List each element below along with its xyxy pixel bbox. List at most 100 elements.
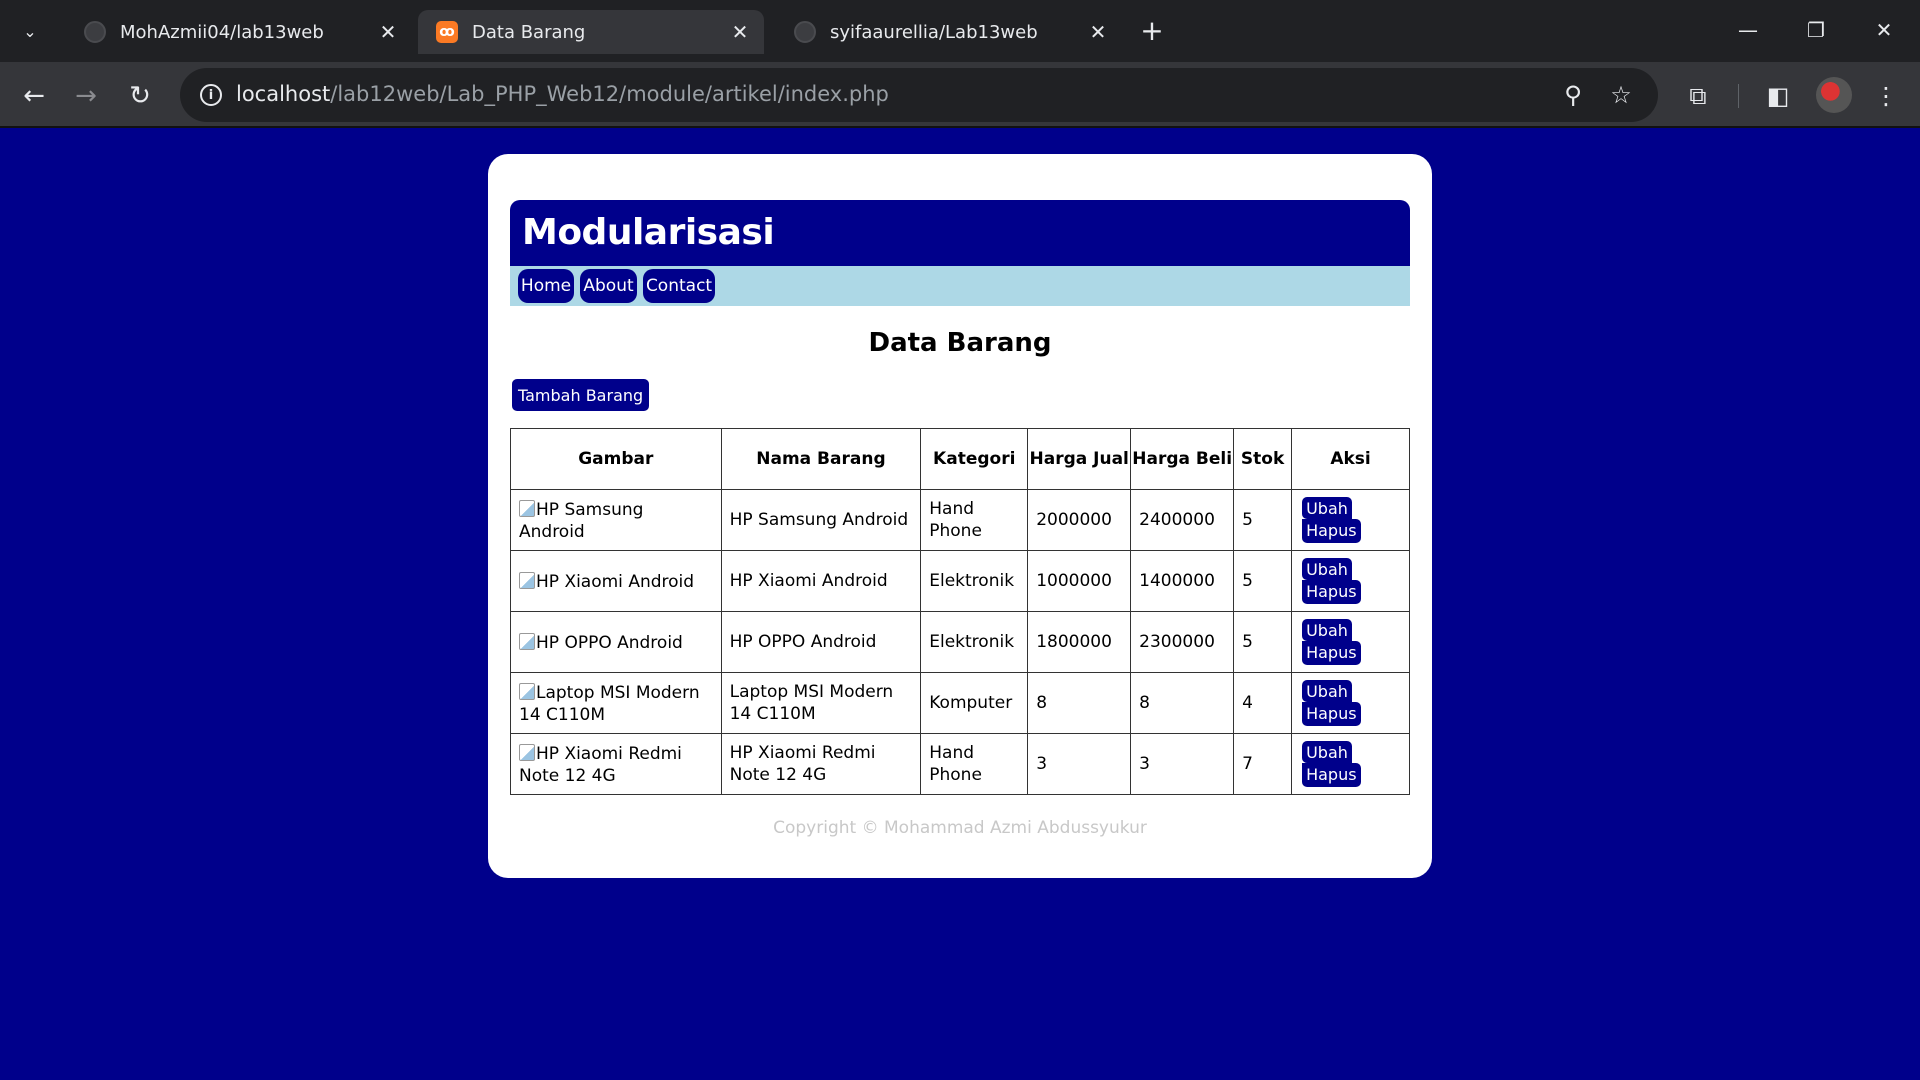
cell-harga-jual: 8 [1027, 672, 1132, 734]
image-alt-text: HP Xiaomi Android [536, 571, 695, 592]
column-header-harga-beli: Harga Beli [1130, 428, 1235, 490]
cell-kategori: Hand Phone [920, 489, 1029, 551]
new-tab-plus-icon[interactable]: + [1136, 14, 1168, 47]
tab-title: MohAzmii04/lab13web [120, 21, 324, 43]
delete-button[interactable]: Hapus [1302, 763, 1361, 787]
profile-avatar[interactable] [1816, 77, 1852, 113]
zoom-magnifier-icon[interactable]: ⚲ [1556, 78, 1590, 112]
cell-stok: 5 [1233, 611, 1293, 673]
cell-harga-beli: 2300000 [1130, 611, 1235, 673]
cell-gambar: HP Samsung Android [510, 489, 722, 551]
cell-kategori: Hand Phone [920, 733, 1029, 795]
cell-gambar: HP Xiaomi Android [510, 550, 722, 612]
cell-aksi: Ubah Hapus [1291, 733, 1410, 795]
page-title: Data Barang [868, 328, 1052, 358]
cell-aksi: Ubah Hapus [1291, 672, 1410, 734]
column-header-aksi: Aksi [1291, 428, 1410, 490]
cell-harga-jual: 1800000 [1027, 611, 1132, 673]
broken-image-icon [519, 571, 535, 589]
cell-nama: HP OPPO Android [720, 611, 922, 673]
nav-about-link[interactable]: About [580, 269, 637, 303]
site-title: Modularisasi [522, 212, 775, 253]
cell-harga-jual: 3 [1027, 733, 1132, 795]
cell-kategori: Elektronik [920, 550, 1029, 612]
table-row: HP Xiaomi Redmi Note 12 4G HP Xiaomi Red… [510, 733, 1410, 795]
delete-button[interactable]: Hapus [1302, 702, 1361, 726]
cell-gambar: HP OPPO Android [510, 611, 722, 673]
image-alt-text: HP OPPO Android [536, 632, 683, 653]
menu-kebab-icon[interactable]: ⋮ [1866, 76, 1906, 116]
image-alt-text: HP Xiaomi Redmi Note 12 4G [519, 743, 682, 786]
url-text[interactable]: localhost/lab12web/Lab_PHP_Web12/module/… [236, 82, 889, 106]
url-host: localhost [236, 82, 331, 106]
image-alt-text: Laptop MSI Modern 14 C110M [519, 682, 700, 725]
cell-aksi: Ubah Hapus [1291, 550, 1410, 612]
edit-button[interactable]: Ubah [1302, 558, 1352, 580]
cell-aksi: Ubah Hapus [1291, 489, 1410, 551]
side-panel-icon[interactable]: ◧ [1758, 76, 1798, 116]
url-path: /lab12web/Lab_PHP_Web12/module/artikel/i… [330, 82, 889, 106]
cell-kategori: Komputer [920, 672, 1029, 734]
column-header-gambar: Gambar [510, 428, 722, 490]
github-icon [84, 21, 106, 43]
table-row: HP OPPO Android HP OPPO Android Elektron… [510, 611, 1410, 673]
delete-button[interactable]: Hapus [1302, 641, 1361, 665]
close-icon[interactable]: ✕ [1084, 18, 1112, 46]
table-header-row: Gambar Nama Barang Kategori Harga Jual H… [510, 428, 1410, 490]
tab-mohazmii[interactable]: MohAzmii04/lab13web ✕ [66, 10, 412, 54]
minimize-icon[interactable]: — [1726, 10, 1770, 50]
broken-image-icon [519, 743, 535, 761]
edit-button[interactable]: Ubah [1302, 619, 1352, 641]
tab-syifaaurellia[interactable]: syifaaurellia/Lab13web ✕ [776, 10, 1122, 54]
window-close-icon[interactable]: ✕ [1862, 10, 1906, 50]
tab-title: Data Barang [472, 21, 586, 43]
extensions-puzzle-icon[interactable]: ⧉ [1678, 76, 1718, 116]
cell-harga-beli: 1400000 [1130, 550, 1235, 612]
cell-gambar: Laptop MSI Modern 14 C110M [510, 672, 722, 734]
tab-title: syifaaurellia/Lab13web [830, 21, 1038, 43]
site-info-icon[interactable]: i [194, 78, 228, 112]
edit-button[interactable]: Ubah [1302, 741, 1352, 763]
nav-home-link[interactable]: Home [518, 269, 574, 303]
cell-stok: 7 [1233, 733, 1293, 795]
add-item-button[interactable]: Tambah Barang [512, 379, 650, 411]
cell-harga-beli: 2400000 [1130, 489, 1235, 551]
edit-button[interactable]: Ubah [1302, 497, 1352, 519]
edit-button[interactable]: Ubah [1302, 680, 1352, 702]
site-header: Modularisasi [510, 200, 1410, 266]
tab-search-chevron-icon[interactable]: ⌄ [12, 14, 48, 48]
column-header-stok: Stok [1233, 428, 1293, 490]
cell-stok: 4 [1233, 672, 1293, 734]
browser-tab-bar: ⌄ MohAzmii04/lab13web ✕ ꝏ Data Barang ✕ … [0, 0, 1920, 62]
cell-kategori: Elektronik [920, 611, 1029, 673]
page-container: Modularisasi Home About Contact Data Bar… [488, 154, 1432, 878]
broken-image-icon [519, 632, 535, 650]
close-icon[interactable]: ✕ [374, 18, 402, 46]
cell-aksi: Ubah Hapus [1291, 611, 1410, 673]
nav-bar: Home About Contact [510, 266, 1410, 306]
footer-copyright: Copyright © Mohammad Azmi Abdussyukur [773, 818, 1147, 838]
table-row: HP Xiaomi Android HP Xiaomi Android Elek… [510, 550, 1410, 612]
column-header-harga-jual: Harga Jual [1027, 428, 1132, 490]
cell-gambar: HP Xiaomi Redmi Note 12 4G [510, 733, 722, 795]
delete-button[interactable]: Hapus [1302, 580, 1361, 604]
reload-icon[interactable]: ↻ [120, 76, 160, 116]
toolbar-divider [1738, 84, 1739, 108]
nav-contact-link[interactable]: Contact [643, 269, 715, 303]
delete-button[interactable]: Hapus [1302, 519, 1361, 543]
address-bar[interactable]: i localhost/lab12web/Lab_PHP_Web12/modul… [180, 68, 1658, 122]
items-table: Gambar Nama Barang Kategori Harga Jual H… [510, 428, 1410, 795]
xampp-icon: ꝏ [436, 21, 458, 43]
close-icon[interactable]: ✕ [726, 18, 754, 46]
forward-arrow-icon[interactable]: → [66, 76, 106, 116]
bookmark-star-icon[interactable]: ☆ [1604, 78, 1638, 112]
cell-nama: HP Xiaomi Android [720, 550, 922, 612]
table-row: HP Samsung Android HP Samsung Android Ha… [510, 489, 1410, 551]
tab-data-barang[interactable]: ꝏ Data Barang ✕ [418, 10, 764, 54]
table-row: Laptop MSI Modern 14 C110M Laptop MSI Mo… [510, 672, 1410, 734]
restore-icon[interactable]: ❐ [1794, 10, 1838, 50]
image-alt-text: HP Samsung Android [519, 499, 644, 542]
column-header-nama: Nama Barang [720, 428, 922, 490]
cell-harga-jual: 2000000 [1027, 489, 1132, 551]
back-arrow-icon[interactable]: ← [14, 76, 54, 116]
